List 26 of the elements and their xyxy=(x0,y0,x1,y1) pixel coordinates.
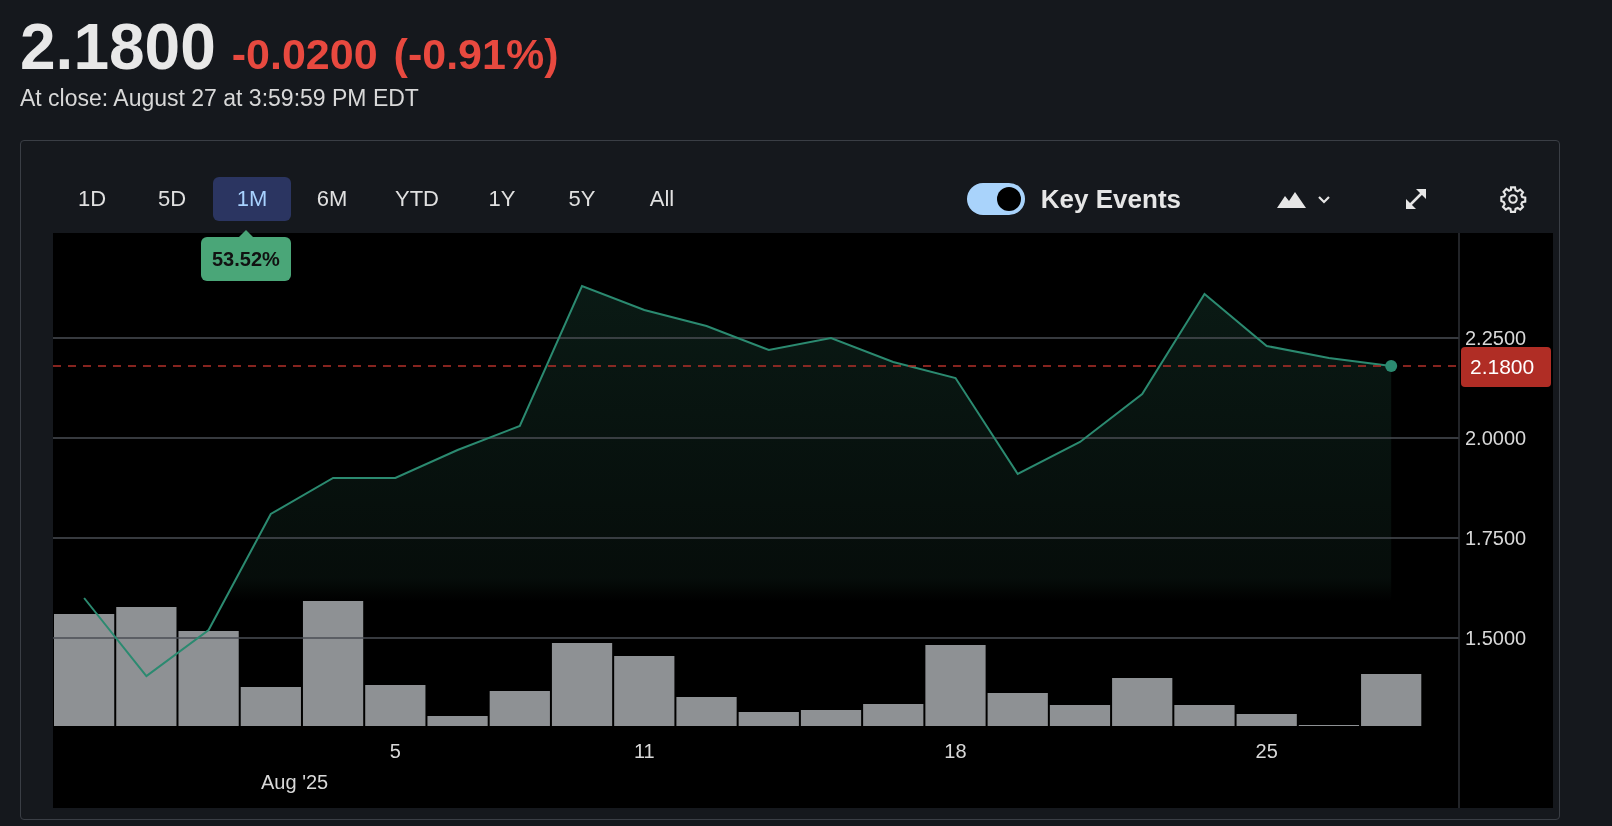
range-tab[interactable]: 1D xyxy=(53,177,131,222)
x-axis-label: 25 xyxy=(1255,740,1278,763)
current-price-tag: 2.1800 xyxy=(1461,347,1551,388)
x-axis-label: 11 xyxy=(633,740,655,763)
range-tab[interactable]: 5D xyxy=(133,177,211,222)
close-timestamp: At close: August 27 at 3:59:59 PM EDT xyxy=(20,85,420,113)
range-tab[interactable]: 1M xyxy=(213,177,291,222)
y-axis-label: 2.2500 xyxy=(1465,327,1527,350)
price-change: -0.0200 xyxy=(231,30,378,79)
y-axis-label: 1.5000 xyxy=(1465,627,1527,650)
stock-price: 2.1800 xyxy=(20,14,216,82)
range-tab[interactable]: All xyxy=(623,177,701,222)
range-tab[interactable]: 5Y xyxy=(543,177,621,222)
x-axis-label: 5 xyxy=(389,740,401,763)
ref-line-label: 2.1800 xyxy=(1470,355,1535,379)
last-price-dot xyxy=(1385,360,1398,373)
key-events-label: Key Events xyxy=(1040,183,1181,215)
y-axis-label: 1.7500 xyxy=(1465,527,1527,550)
range-tab[interactable]: YTD xyxy=(373,177,461,222)
x-axis-label: 18 xyxy=(944,740,967,763)
range-tab[interactable]: 1Y xyxy=(463,177,541,222)
key-events-toggle[interactable] xyxy=(966,183,1025,216)
month-label: Aug '25 xyxy=(261,771,329,794)
range-tab[interactable]: 6M xyxy=(293,177,371,222)
percent-change: (-0.91%) xyxy=(393,30,559,79)
y-axis-label: 2.0000 xyxy=(1465,427,1527,450)
